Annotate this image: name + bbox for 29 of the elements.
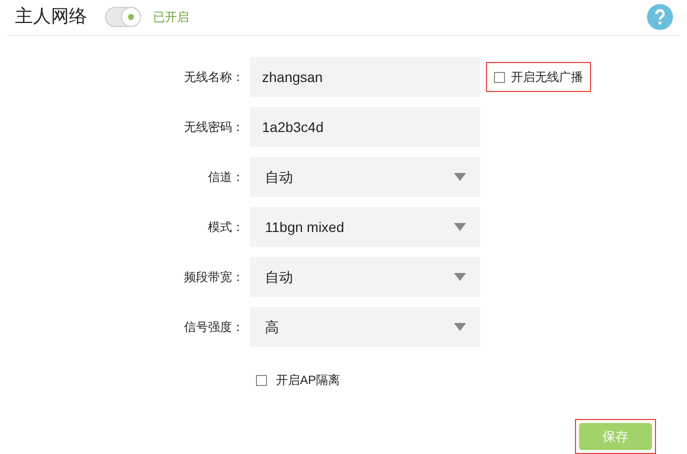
page-title: 主人网络 <box>15 5 87 28</box>
dropdown-value: 自动 <box>265 168 294 186</box>
field-label: 模式： <box>207 219 245 236</box>
field-label: 信道： <box>207 169 245 186</box>
dropdown[interactable]: 11bgn mixed <box>250 207 480 247</box>
field-label: 无线名称： <box>183 69 245 86</box>
option-label: 开启无线广播 <box>511 69 583 86</box>
toggle-switch[interactable] <box>105 6 141 26</box>
dropdown[interactable]: 自动 <box>250 157 480 197</box>
caret-icon <box>454 223 466 231</box>
field-label: 频段带宽： <box>183 269 245 286</box>
field-label: 信号强度： <box>183 319 245 336</box>
dropdown-value: 11bgn mixed <box>265 218 346 237</box>
dropdown[interactable]: 自动 <box>250 257 480 297</box>
caret-icon <box>454 173 466 181</box>
input-field[interactable]: 1a2b3c4d <box>250 107 480 147</box>
caret-icon <box>454 323 466 331</box>
checkbox[interactable] <box>256 374 267 386</box>
field-label: 无线密码： <box>183 119 245 136</box>
input-field[interactable]: zhangsan <box>250 57 480 97</box>
help-icon[interactable] <box>647 4 673 30</box>
option-label: 开启AP隔离 <box>276 372 340 389</box>
caret-icon <box>454 273 466 281</box>
dropdown-value: 高 <box>265 318 280 336</box>
status-text: 已开启 <box>153 8 189 26</box>
dropdown[interactable]: 高 <box>250 307 480 347</box>
dropdown-value: 自动 <box>265 268 294 286</box>
broadcast-option[interactable]: 开启无线广播 <box>486 62 591 92</box>
checkbox[interactable] <box>494 72 505 82</box>
